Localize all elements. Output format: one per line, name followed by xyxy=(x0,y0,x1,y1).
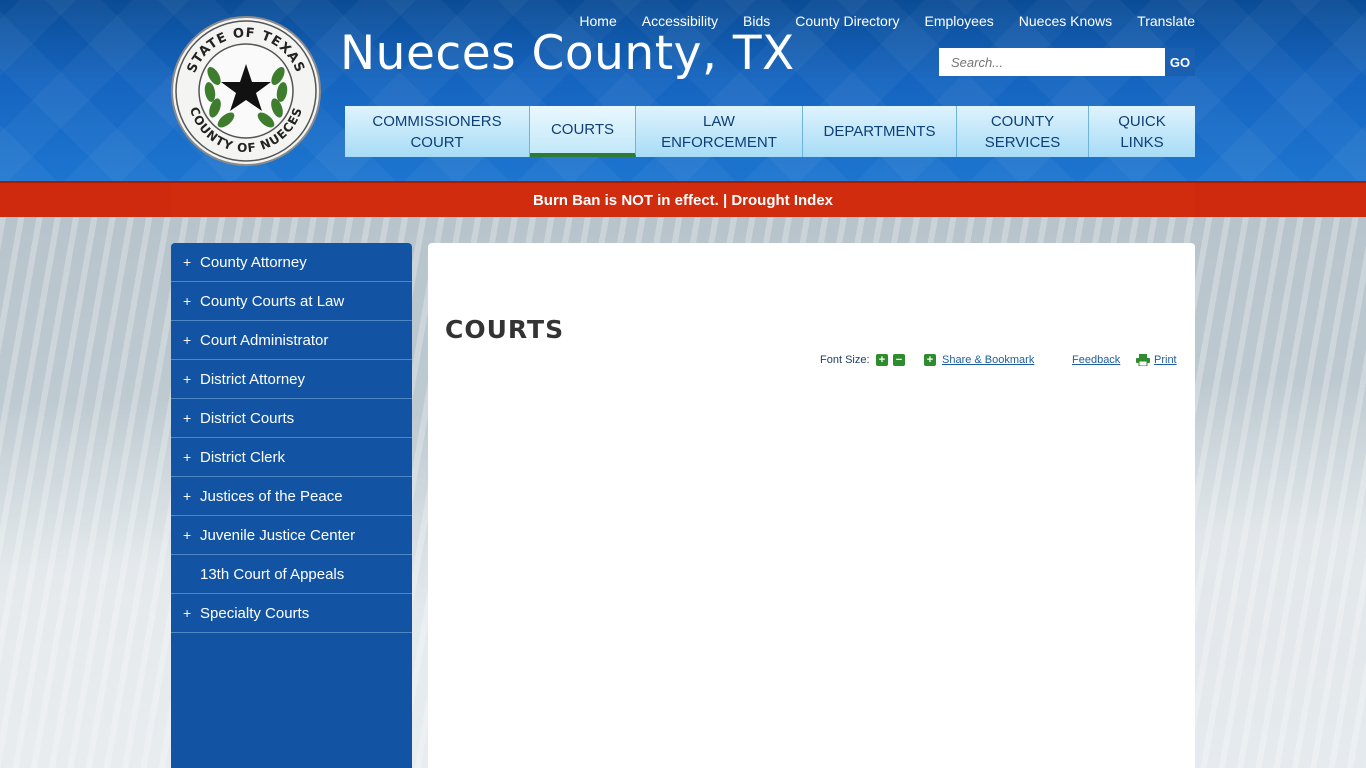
font-decrease-icon[interactable]: − xyxy=(893,354,905,366)
share-bookmark-link[interactable]: Share & Bookmark xyxy=(942,354,1034,366)
sidebar-item-county-attorney[interactable]: + County Attorney xyxy=(171,243,412,282)
main-content: COURTS Font Size: + − + Share & Bookmark… xyxy=(428,243,1195,768)
county-seal-logo[interactable]: STATE OF TEXAS COUNTY OF NUECES xyxy=(170,16,322,166)
sidebar-nav: + County Attorney + County Courts at Law +… xyxy=(171,243,412,768)
burn-ban-alert-bar: Burn Ban is NOT in effect. | Drought Ind… xyxy=(0,181,1366,217)
expand-icon[interactable]: + xyxy=(183,371,200,387)
share-plus-icon[interactable]: + xyxy=(924,354,936,366)
nav-quick-links[interactable]: QUICK LINKS xyxy=(1089,106,1195,157)
sidebar-item-justices-of-the-peace[interactable]: + Justices of the Peace xyxy=(171,477,412,516)
font-size-label: Font Size: xyxy=(820,354,870,366)
expand-icon[interactable]: + xyxy=(183,605,200,621)
expand-icon[interactable]: + xyxy=(183,410,200,426)
nav-law-enforcement[interactable]: LAW ENFORCEMENT xyxy=(636,106,803,157)
sidebar-item-label: Specialty Courts xyxy=(200,604,310,622)
print-link[interactable]: Print xyxy=(1154,354,1177,366)
site-title[interactable]: Nueces County, TX xyxy=(340,26,795,81)
sidebar-item-county-courts-at-law[interactable]: + County Courts at Law xyxy=(171,282,412,321)
nav-county-services[interactable]: COUNTY SERVICES xyxy=(957,106,1089,157)
util-link-accessibility[interactable]: Accessibility xyxy=(642,13,718,29)
site-header: STATE OF TEXAS COUNTY OF NUECES Nueces C… xyxy=(0,0,1366,181)
expand-icon[interactable]: + xyxy=(183,449,200,465)
expand-icon[interactable]: + xyxy=(183,254,200,270)
util-link-employees[interactable]: Employees xyxy=(925,13,994,29)
sidebar-item-label: County Attorney xyxy=(200,253,307,271)
sidebar-item-label: District Courts xyxy=(200,409,295,427)
util-link-home[interactable]: Home xyxy=(579,13,616,29)
util-link-county-directory[interactable]: County Directory xyxy=(795,13,899,29)
expand-icon[interactable]: + xyxy=(183,293,200,309)
search-form: GO xyxy=(939,48,1195,76)
sidebar-item-specialty-courts[interactable]: + Specialty Courts xyxy=(171,594,412,633)
sidebar-item-label: Court Administrator xyxy=(200,331,329,349)
burn-ban-alert-link[interactable]: Burn Ban is NOT in effect. | Drought Ind… xyxy=(533,192,833,209)
sidebar-item-district-courts[interactable]: + District Courts xyxy=(171,399,412,438)
sidebar-item-label: 13th Court of Appeals xyxy=(200,565,345,583)
util-link-bids[interactable]: Bids xyxy=(743,13,770,29)
sidebar-item-label: District Attorney xyxy=(200,370,306,388)
sidebar-item-district-attorney[interactable]: + District Attorney xyxy=(171,360,412,399)
main-nav: COMMISSIONERS COURT COURTS LAW ENFORCEME… xyxy=(345,106,1195,157)
sidebar-item-court-administrator[interactable]: + Court Administrator xyxy=(171,321,412,360)
util-link-nueces-knows[interactable]: Nueces Knows xyxy=(1019,13,1112,29)
sidebar-item-13th-court-of-appeals[interactable]: 13th Court of Appeals xyxy=(171,555,412,594)
sidebar-item-label: Juvenile Justice Center xyxy=(200,526,356,544)
expand-icon[interactable]: + xyxy=(183,527,200,543)
expand-icon[interactable]: + xyxy=(183,488,200,504)
sidebar-item-label: Justices of the Peace xyxy=(200,487,343,505)
utility-nav: Home Accessibility Bids County Directory… xyxy=(554,13,1195,29)
feedback-link[interactable]: Feedback xyxy=(1072,354,1120,366)
search-go-button[interactable]: GO xyxy=(1165,48,1195,76)
nav-commissioners-court[interactable]: COMMISSIONERS COURT xyxy=(345,106,530,157)
search-input[interactable] xyxy=(939,48,1165,76)
sidebar-item-district-clerk[interactable]: + District Clerk xyxy=(171,438,412,477)
sidebar-item-label: District Clerk xyxy=(200,448,285,466)
expand-icon[interactable]: + xyxy=(183,332,200,348)
page-title: COURTS xyxy=(445,315,565,344)
sidebar-item-juvenile-justice-center[interactable]: + Juvenile Justice Center xyxy=(171,516,412,555)
nav-courts[interactable]: COURTS xyxy=(530,106,636,157)
util-link-translate[interactable]: Translate xyxy=(1137,13,1195,29)
sidebar-item-label: County Courts at Law xyxy=(200,292,345,310)
font-increase-icon[interactable]: + xyxy=(876,354,888,366)
page-tools: Font Size: + − + Share & Bookmark Feedba… xyxy=(428,353,1195,369)
nav-departments[interactable]: DEPARTMENTS xyxy=(803,106,957,157)
printer-icon[interactable] xyxy=(1136,354,1150,366)
